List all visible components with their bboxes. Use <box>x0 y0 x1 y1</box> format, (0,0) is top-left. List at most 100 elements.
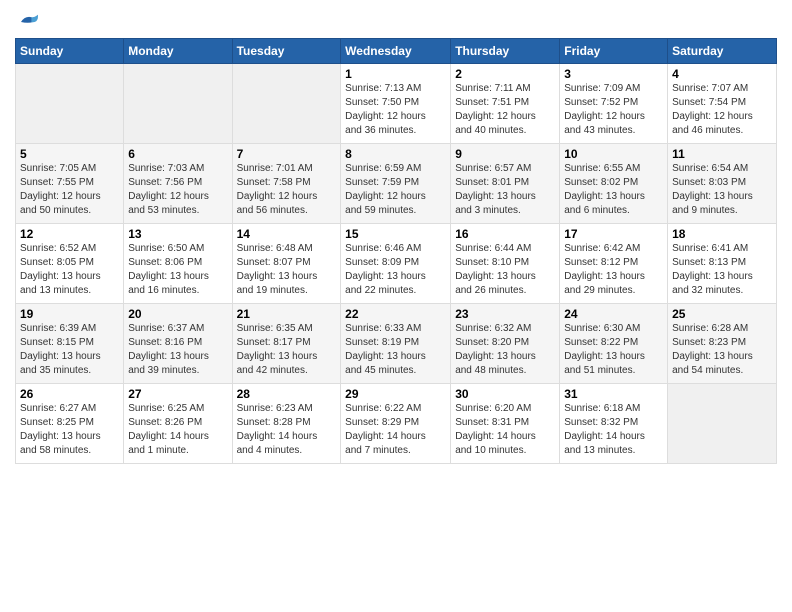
calendar-table: SundayMondayTuesdayWednesdayThursdayFrid… <box>15 38 777 464</box>
calendar-cell: 31Sunrise: 6:18 AM Sunset: 8:32 PM Dayli… <box>560 384 668 464</box>
day-info: Sunrise: 7:09 AM Sunset: 7:52 PM Dayligh… <box>564 82 663 138</box>
day-info: Sunrise: 6:22 AM Sunset: 8:29 PM Dayligh… <box>345 402 446 458</box>
calendar-week-row: 19Sunrise: 6:39 AM Sunset: 8:15 PM Dayli… <box>16 304 777 384</box>
day-info: Sunrise: 7:13 AM Sunset: 7:50 PM Dayligh… <box>345 82 446 138</box>
day-number: 14 <box>237 227 337 241</box>
calendar-cell: 17Sunrise: 6:42 AM Sunset: 8:12 PM Dayli… <box>560 224 668 304</box>
calendar-cell: 26Sunrise: 6:27 AM Sunset: 8:25 PM Dayli… <box>16 384 124 464</box>
day-number: 29 <box>345 387 446 401</box>
day-number: 8 <box>345 147 446 161</box>
day-info: Sunrise: 7:11 AM Sunset: 7:51 PM Dayligh… <box>455 82 555 138</box>
calendar-cell: 8Sunrise: 6:59 AM Sunset: 7:59 PM Daylig… <box>341 144 451 224</box>
day-number: 26 <box>20 387 119 401</box>
day-info: Sunrise: 6:59 AM Sunset: 7:59 PM Dayligh… <box>345 162 446 218</box>
day-number: 9 <box>455 147 555 161</box>
day-number: 2 <box>455 67 555 81</box>
day-info: Sunrise: 6:54 AM Sunset: 8:03 PM Dayligh… <box>672 162 772 218</box>
day-info: Sunrise: 6:37 AM Sunset: 8:16 PM Dayligh… <box>128 322 227 378</box>
calendar-cell: 11Sunrise: 6:54 AM Sunset: 8:03 PM Dayli… <box>668 144 777 224</box>
calendar-cell: 10Sunrise: 6:55 AM Sunset: 8:02 PM Dayli… <box>560 144 668 224</box>
day-info: Sunrise: 6:28 AM Sunset: 8:23 PM Dayligh… <box>672 322 772 378</box>
calendar-cell: 28Sunrise: 6:23 AM Sunset: 8:28 PM Dayli… <box>232 384 341 464</box>
day-info: Sunrise: 6:46 AM Sunset: 8:09 PM Dayligh… <box>345 242 446 298</box>
calendar-cell: 12Sunrise: 6:52 AM Sunset: 8:05 PM Dayli… <box>16 224 124 304</box>
calendar-cell: 19Sunrise: 6:39 AM Sunset: 8:15 PM Dayli… <box>16 304 124 384</box>
day-info: Sunrise: 6:27 AM Sunset: 8:25 PM Dayligh… <box>20 402 119 458</box>
day-number: 16 <box>455 227 555 241</box>
day-number: 23 <box>455 307 555 321</box>
calendar-cell: 1Sunrise: 7:13 AM Sunset: 7:50 PM Daylig… <box>341 64 451 144</box>
day-number: 5 <box>20 147 119 161</box>
day-of-week-header: Sunday <box>16 39 124 64</box>
day-info: Sunrise: 6:25 AM Sunset: 8:26 PM Dayligh… <box>128 402 227 458</box>
calendar-cell <box>16 64 124 144</box>
day-number: 25 <box>672 307 772 321</box>
day-number: 28 <box>237 387 337 401</box>
calendar-week-row: 12Sunrise: 6:52 AM Sunset: 8:05 PM Dayli… <box>16 224 777 304</box>
calendar-cell: 14Sunrise: 6:48 AM Sunset: 8:07 PM Dayli… <box>232 224 341 304</box>
day-number: 20 <box>128 307 227 321</box>
day-info: Sunrise: 6:18 AM Sunset: 8:32 PM Dayligh… <box>564 402 663 458</box>
day-of-week-header: Wednesday <box>341 39 451 64</box>
calendar-cell: 25Sunrise: 6:28 AM Sunset: 8:23 PM Dayli… <box>668 304 777 384</box>
day-number: 6 <box>128 147 227 161</box>
day-info: Sunrise: 6:39 AM Sunset: 8:15 PM Dayligh… <box>20 322 119 378</box>
page: SundayMondayTuesdayWednesdayThursdayFrid… <box>0 0 792 612</box>
day-number: 4 <box>672 67 772 81</box>
day-info: Sunrise: 6:50 AM Sunset: 8:06 PM Dayligh… <box>128 242 227 298</box>
day-info: Sunrise: 6:48 AM Sunset: 8:07 PM Dayligh… <box>237 242 337 298</box>
day-info: Sunrise: 7:07 AM Sunset: 7:54 PM Dayligh… <box>672 82 772 138</box>
day-info: Sunrise: 7:01 AM Sunset: 7:58 PM Dayligh… <box>237 162 337 218</box>
day-number: 27 <box>128 387 227 401</box>
day-of-week-header: Saturday <box>668 39 777 64</box>
calendar-cell: 5Sunrise: 7:05 AM Sunset: 7:55 PM Daylig… <box>16 144 124 224</box>
calendar-cell: 2Sunrise: 7:11 AM Sunset: 7:51 PM Daylig… <box>451 64 560 144</box>
header <box>15 10 777 30</box>
calendar-cell: 15Sunrise: 6:46 AM Sunset: 8:09 PM Dayli… <box>341 224 451 304</box>
day-info: Sunrise: 6:35 AM Sunset: 8:17 PM Dayligh… <box>237 322 337 378</box>
calendar-cell: 13Sunrise: 6:50 AM Sunset: 8:06 PM Dayli… <box>124 224 232 304</box>
calendar-cell: 29Sunrise: 6:22 AM Sunset: 8:29 PM Dayli… <box>341 384 451 464</box>
calendar-cell: 22Sunrise: 6:33 AM Sunset: 8:19 PM Dayli… <box>341 304 451 384</box>
day-number: 31 <box>564 387 663 401</box>
day-info: Sunrise: 6:55 AM Sunset: 8:02 PM Dayligh… <box>564 162 663 218</box>
day-number: 18 <box>672 227 772 241</box>
day-number: 13 <box>128 227 227 241</box>
day-info: Sunrise: 6:32 AM Sunset: 8:20 PM Dayligh… <box>455 322 555 378</box>
day-number: 7 <box>237 147 337 161</box>
day-number: 15 <box>345 227 446 241</box>
logo-bird-icon <box>17 10 41 34</box>
day-info: Sunrise: 6:52 AM Sunset: 8:05 PM Dayligh… <box>20 242 119 298</box>
calendar-cell: 18Sunrise: 6:41 AM Sunset: 8:13 PM Dayli… <box>668 224 777 304</box>
day-info: Sunrise: 6:20 AM Sunset: 8:31 PM Dayligh… <box>455 402 555 458</box>
day-number: 22 <box>345 307 446 321</box>
calendar-cell: 16Sunrise: 6:44 AM Sunset: 8:10 PM Dayli… <box>451 224 560 304</box>
calendar-cell: 6Sunrise: 7:03 AM Sunset: 7:56 PM Daylig… <box>124 144 232 224</box>
calendar-cell: 27Sunrise: 6:25 AM Sunset: 8:26 PM Dayli… <box>124 384 232 464</box>
day-info: Sunrise: 6:42 AM Sunset: 8:12 PM Dayligh… <box>564 242 663 298</box>
day-number: 17 <box>564 227 663 241</box>
calendar-cell: 7Sunrise: 7:01 AM Sunset: 7:58 PM Daylig… <box>232 144 341 224</box>
day-number: 10 <box>564 147 663 161</box>
calendar-cell: 30Sunrise: 6:20 AM Sunset: 8:31 PM Dayli… <box>451 384 560 464</box>
day-info: Sunrise: 6:33 AM Sunset: 8:19 PM Dayligh… <box>345 322 446 378</box>
day-of-week-header: Monday <box>124 39 232 64</box>
calendar-cell: 21Sunrise: 6:35 AM Sunset: 8:17 PM Dayli… <box>232 304 341 384</box>
day-number: 30 <box>455 387 555 401</box>
calendar-cell: 23Sunrise: 6:32 AM Sunset: 8:20 PM Dayli… <box>451 304 560 384</box>
day-info: Sunrise: 6:44 AM Sunset: 8:10 PM Dayligh… <box>455 242 555 298</box>
day-number: 21 <box>237 307 337 321</box>
day-number: 24 <box>564 307 663 321</box>
day-of-week-header: Friday <box>560 39 668 64</box>
day-number: 19 <box>20 307 119 321</box>
day-of-week-header: Thursday <box>451 39 560 64</box>
day-info: Sunrise: 7:03 AM Sunset: 7:56 PM Dayligh… <box>128 162 227 218</box>
calendar-cell: 3Sunrise: 7:09 AM Sunset: 7:52 PM Daylig… <box>560 64 668 144</box>
day-info: Sunrise: 6:57 AM Sunset: 8:01 PM Dayligh… <box>455 162 555 218</box>
calendar-cell <box>232 64 341 144</box>
day-of-week-header: Tuesday <box>232 39 341 64</box>
day-number: 3 <box>564 67 663 81</box>
day-info: Sunrise: 6:41 AM Sunset: 8:13 PM Dayligh… <box>672 242 772 298</box>
calendar-cell: 4Sunrise: 7:07 AM Sunset: 7:54 PM Daylig… <box>668 64 777 144</box>
day-number: 11 <box>672 147 772 161</box>
